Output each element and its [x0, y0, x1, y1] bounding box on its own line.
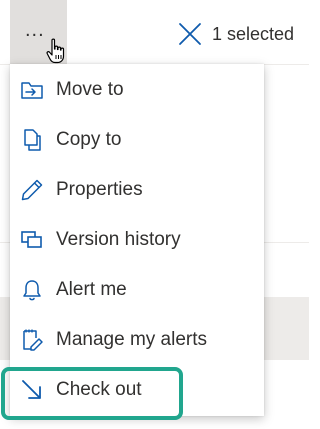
menu-item-label: Check out	[56, 379, 142, 400]
selected-count-text: 1 selected	[211, 23, 294, 44]
close-icon	[179, 23, 201, 45]
menu-item-label: Manage my alerts	[56, 329, 208, 350]
menu-item-version-history[interactable]: Version history	[10, 215, 264, 265]
bell-icon	[20, 278, 44, 302]
menu-item-copy-to[interactable]: Copy to	[10, 115, 264, 165]
menu-item-label: Properties	[56, 179, 143, 200]
menu-item-alert-me[interactable]: Alert me	[10, 265, 264, 315]
menu-item-label: Copy to	[56, 129, 122, 150]
move-to-icon	[20, 78, 44, 102]
pencil-icon	[20, 178, 44, 202]
menu-item-label: Alert me	[56, 279, 127, 300]
menu-item-manage-my-alerts[interactable]: Manage my alerts	[10, 315, 264, 365]
menu-item-move-to[interactable]: Move to	[10, 65, 264, 115]
version-history-icon	[20, 228, 44, 252]
hand-pointer-cursor-icon	[46, 38, 65, 64]
check-out-arrow-icon	[20, 378, 44, 402]
context-menu: Move to Copy to Properties Version histo…	[10, 64, 264, 416]
menu-item-label: Version history	[56, 229, 181, 250]
clear-selection-button[interactable]: 1 selected	[178, 20, 294, 48]
ellipsis-icon: ...	[25, 19, 45, 41]
manage-alerts-icon	[20, 328, 44, 352]
menu-item-label: Move to	[56, 79, 124, 100]
menu-item-properties[interactable]: Properties	[10, 165, 264, 215]
menu-item-check-out[interactable]: Check out	[10, 365, 264, 415]
copy-icon	[20, 128, 44, 152]
screen: ... 1 selected Move to Copy to Propertie…	[0, 0, 309, 429]
